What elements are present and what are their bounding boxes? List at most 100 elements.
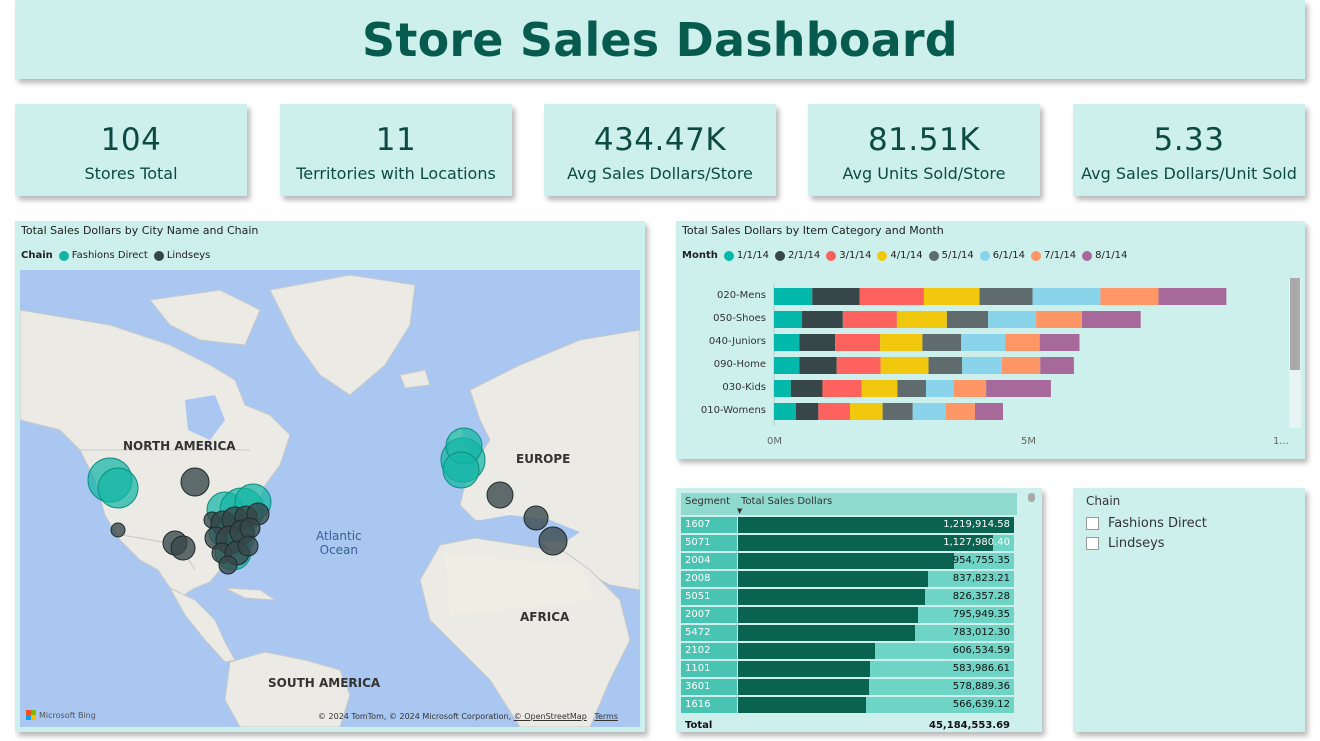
slicer-option-lindseys[interactable]: Lindseys xyxy=(1086,536,1165,551)
table-row[interactable]: 2004 954,755.35 xyxy=(681,553,1017,569)
bar-segment xyxy=(945,403,975,420)
checkbox[interactable] xyxy=(1086,537,1099,550)
legend-dot xyxy=(153,250,164,261)
table-row[interactable]: 5071 1,127,980.40 xyxy=(681,535,1017,551)
bar-segment xyxy=(1100,288,1159,305)
table-row[interactable]: 5051 826,357.28 xyxy=(681,589,1017,605)
table-scroll-thumb[interactable] xyxy=(1028,493,1035,502)
kpi-value: 104 xyxy=(100,122,162,158)
table-body: 1607 1,219,914.58 5071 1,127,980.40 2004 954,… xyxy=(681,517,1017,713)
slicer-title: Chain xyxy=(1086,494,1121,508)
kpi-card-avg-units-store[interactable]: 81.51K Avg Units Sold/Store xyxy=(808,104,1040,196)
kpi-card-avg-sales-unit[interactable]: 5.33 Avg Sales Dollars/Unit Sold xyxy=(1073,104,1305,196)
legend-item-fashions-direct[interactable]: Fashions Direct xyxy=(58,250,148,261)
legend-label: Lindseys xyxy=(166,250,211,261)
table-row[interactable]: 1101 583,986.61 xyxy=(681,661,1017,677)
bar-segment xyxy=(979,288,1033,305)
bar-segment xyxy=(802,311,843,328)
kpi-value: 434.47K xyxy=(593,122,727,158)
bar-segment xyxy=(849,403,883,420)
bar-segment xyxy=(836,357,881,374)
total-value: 45,184,553.69 xyxy=(929,719,1010,731)
bar-segment xyxy=(946,311,989,328)
bar-segment xyxy=(1001,357,1041,374)
sales-value: 606,534.59 xyxy=(952,645,1010,656)
table-row[interactable]: 2008 837,823.21 xyxy=(681,571,1017,587)
bar-segment xyxy=(812,288,860,305)
segment-cell: 5051 xyxy=(681,589,737,605)
data-bar xyxy=(738,553,954,569)
bar-chart-scroll-thumb[interactable] xyxy=(1290,278,1300,370)
bar-chart-visual[interactable]: Total Sales Dollars by Item Category and… xyxy=(676,221,1305,459)
attribution-text: © 2024 TomTom, © 2024 Microsoft Corporat… xyxy=(317,712,512,721)
segment-cell: 1101 xyxy=(681,661,737,677)
bar-segment xyxy=(897,380,926,397)
segment-cell: 5071 xyxy=(681,535,737,551)
map-visual[interactable]: Total Sales Dollars by City Name and Cha… xyxy=(15,221,645,732)
bar-segment xyxy=(1005,334,1040,351)
sales-cell: 826,357.28 xyxy=(738,589,1014,605)
kpi-label: Stores Total xyxy=(84,164,178,183)
bar-segment xyxy=(795,403,819,420)
bing-map[interactable]: NORTH AMERICA EUROPE AFRICA SOUTH AMERIC… xyxy=(20,270,640,727)
legend-label: Fashions Direct xyxy=(71,250,148,261)
landmass-greenland xyxy=(269,274,416,396)
landmass-iceland xyxy=(399,369,431,389)
table-row[interactable]: 1616 566,639.12 xyxy=(681,697,1017,713)
segment-cell: 2102 xyxy=(681,643,737,659)
header-segment[interactable]: Segment xyxy=(681,493,737,507)
bubble-east-13 xyxy=(218,555,238,575)
sales-cell: 795,949.35 xyxy=(738,607,1014,623)
kpi-card-avg-sales-store[interactable]: 434.47K Avg Sales Dollars/Store xyxy=(544,104,776,196)
chain-slicer[interactable]: Chain Fashions Direct Lindseys xyxy=(1073,488,1305,732)
table-row[interactable]: 1607 1,219,914.58 xyxy=(681,517,1017,533)
bar-segment xyxy=(882,403,913,420)
table-row[interactable]: 2007 795,949.35 xyxy=(681,607,1017,623)
bar-segment xyxy=(774,380,791,397)
terms-link[interactable]: Terms xyxy=(594,712,618,721)
kpi-label: Territories with Locations xyxy=(296,164,496,183)
legend-item-lindseys[interactable]: Lindseys xyxy=(153,250,211,261)
kpi-label: Avg Units Sold/Store xyxy=(842,164,1006,183)
map-title: Total Sales Dollars by City Name and Cha… xyxy=(21,224,259,237)
label-south-america: SOUTH AMERICA xyxy=(268,676,381,690)
bar-chart-plot xyxy=(773,284,1227,426)
bubble-los-angeles xyxy=(110,522,126,538)
axis-tick-0: 0M xyxy=(767,436,782,447)
bubble-middle-east xyxy=(538,526,568,556)
data-bar xyxy=(738,643,876,659)
segment-cell: 1616 xyxy=(681,697,737,713)
data-bar xyxy=(738,571,928,587)
osm-link[interactable]: © OpenStreetMap xyxy=(514,712,587,721)
segment-cell: 2007 xyxy=(681,607,737,623)
slicer-option-label: Fashions Direct xyxy=(1108,516,1207,531)
header-total-sales[interactable]: Total Sales Dollars ▼ xyxy=(737,493,1014,515)
map-legend: Chain Fashions Direct Lindseys xyxy=(21,250,216,261)
bing-text: Microsoft Bing xyxy=(39,710,96,720)
table-row[interactable]: 2102 606,534.59 xyxy=(681,643,1017,659)
sales-cell: 583,986.61 xyxy=(738,661,1014,677)
kpi-card-stores-total[interactable]: 104 Stores Total xyxy=(15,104,247,196)
checkbox[interactable] xyxy=(1086,517,1099,530)
slicer-option-fashions-direct[interactable]: Fashions Direct xyxy=(1086,516,1207,531)
sales-cell: 954,755.35 xyxy=(738,553,1014,569)
landmass-cuba xyxy=(224,587,277,601)
bar-segment xyxy=(1032,288,1101,305)
bar-segment xyxy=(961,334,1006,351)
sales-cell: 606,534.59 xyxy=(738,643,1014,659)
label-europe: EUROPE xyxy=(516,452,571,466)
segment-cell: 3601 xyxy=(681,679,737,695)
sales-cell: 578,889.36 xyxy=(738,679,1014,695)
kpi-value: 11 xyxy=(375,122,417,158)
table-row[interactable]: 5472 783,012.30 xyxy=(681,625,1017,641)
segment-table-visual[interactable]: Segment Total Sales Dollars ▼ 1607 1,219,… xyxy=(676,488,1042,732)
map-attribution: © 2024 TomTom, © 2024 Microsoft Corporat… xyxy=(318,712,618,721)
kpi-card-territories[interactable]: 11 Territories with Locations xyxy=(280,104,512,196)
label-ocean: Ocean xyxy=(319,543,359,557)
sales-value: 566,639.12 xyxy=(952,699,1010,710)
table-row[interactable]: 3601 578,889.36 xyxy=(681,679,1017,695)
bar-segment xyxy=(1036,311,1083,328)
sales-cell: 837,823.21 xyxy=(738,571,1014,587)
sales-value: 837,823.21 xyxy=(952,573,1010,584)
segment-cell: 2008 xyxy=(681,571,737,587)
